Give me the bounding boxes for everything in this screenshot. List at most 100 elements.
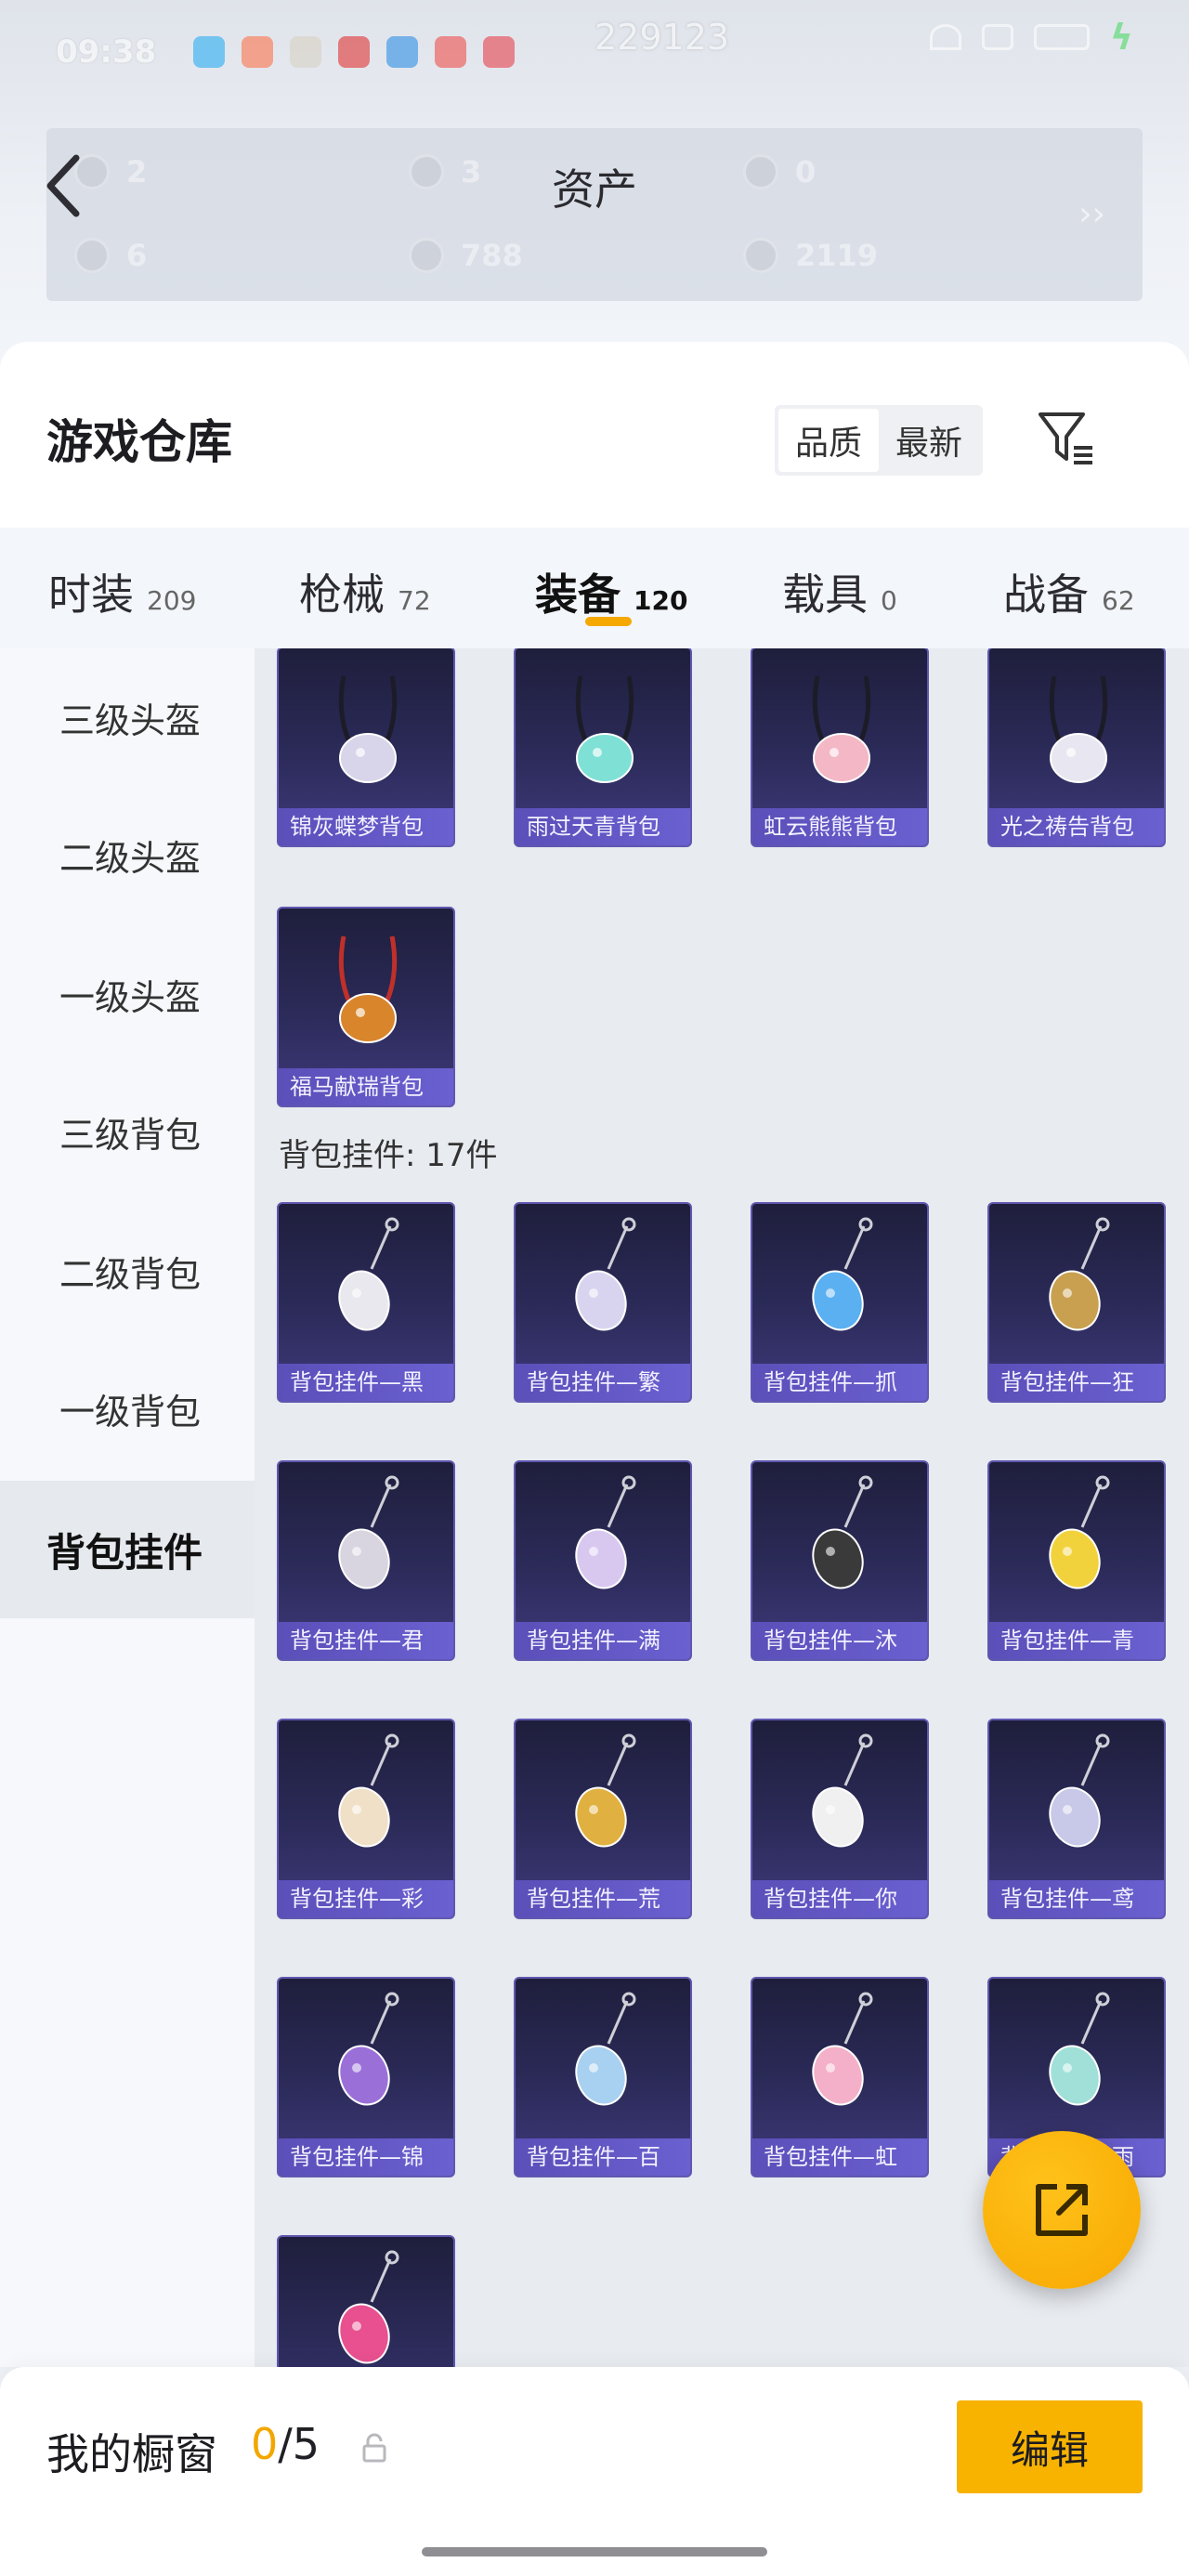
card-name: 背包挂件—百 (516, 2138, 690, 2176)
charm-card[interactable]: 背包挂件—虹 (751, 1977, 929, 2177)
card-name: 福马献瑞背包 (279, 1068, 453, 1105)
card-name: 背包挂件—你 (752, 1880, 927, 1917)
card-name: 背包挂件—黑 (279, 1364, 453, 1401)
card-name: 背包挂件—虹 (752, 2138, 927, 2176)
charm-pink-heart-icon (338, 2250, 399, 2364)
sidebar-item-backpack-charms[interactable]: 背包挂件 (0, 1481, 255, 1618)
charm-card[interactable]: 背包挂件—百 (514, 1977, 692, 2177)
sort-newest-button[interactable]: 最新 (879, 409, 979, 472)
sidebar-item-helmet-lv3[interactable]: 三级头盔 (0, 648, 255, 786)
charm-jade-icon (1049, 1992, 1110, 2106)
battery-icon (1033, 24, 1090, 50)
section-label: 背包挂件: 17件 (279, 1137, 498, 1174)
card-name: 背包挂件—沐 (752, 1622, 927, 1659)
status-app-icons (193, 36, 516, 68)
filter-button[interactable] (1035, 407, 1100, 472)
item-grid: 背包挂件: 17件 锦灰蝶梦背包 雨过天青背包 虹云熊熊背包 光之祷告背包福马献瑞背包… (255, 648, 1189, 2367)
charm-card[interactable]: 背包挂件—繁 (514, 1202, 692, 1403)
coin-icon (409, 238, 444, 273)
charm-card[interactable]: 背包挂件—满 (514, 1460, 692, 1661)
backpack-card[interactable]: 锦灰蝶梦背包 (277, 648, 455, 847)
asset-item: 2119 (743, 238, 878, 273)
card-name: 光之祷告背包 (989, 808, 1164, 845)
charm-pear-icon (1049, 1475, 1110, 1589)
charm-pig-icon (812, 1992, 873, 2106)
backpack-horse-icon (338, 935, 398, 1043)
charm-feather-icon (1049, 1733, 1110, 1848)
charm-cat-icon (812, 1475, 873, 1589)
charm-card[interactable] (277, 2235, 455, 2367)
coin-icon (743, 238, 778, 273)
warehouse-title: 游戏仓库 (46, 415, 232, 469)
backpack-cyan-icon (575, 675, 634, 783)
video-icon (435, 36, 467, 68)
card-name: 虹云熊熊背包 (752, 808, 927, 845)
charm-heart-icon (575, 1992, 636, 2106)
tab-firearms[interactable]: 枪械 72 (299, 561, 431, 622)
app-icon (386, 36, 419, 68)
chevron-right-icon[interactable]: ›› (1078, 195, 1105, 233)
charm-icecream-icon (338, 1733, 399, 1848)
app-icon (338, 36, 371, 68)
charm-card[interactable]: 背包挂件—君 (277, 1460, 455, 1661)
card-name: 背包挂件—彩 (279, 1880, 453, 1917)
qq-icon (193, 36, 226, 68)
asset-item: 6 (74, 238, 147, 273)
card-name: 背包挂件—繁 (516, 1364, 690, 1401)
charm-card[interactable]: 背包挂件—抓 (751, 1202, 929, 1403)
charm-knife-icon (338, 1475, 399, 1589)
charm-card[interactable]: 背包挂件—青 (987, 1460, 1166, 1661)
wifi-icon (929, 24, 961, 50)
showcase-title: 我的橱窗 (46, 2429, 217, 2479)
edit-button[interactable]: 编辑 (957, 2400, 1143, 2493)
tab-combat-gear[interactable]: 战备 62 (1003, 561, 1135, 622)
charging-icon: ϟ (1109, 17, 1133, 58)
charm-card[interactable]: 背包挂件—你 (751, 1719, 929, 1919)
charm-card[interactable]: 背包挂件—荒 (514, 1719, 692, 1919)
charm-card[interactable]: 背包挂件—沐 (751, 1460, 929, 1661)
chevron-left-icon (46, 154, 80, 217)
status-time: 09:38 (56, 33, 157, 71)
showcase-current: 0 (251, 2419, 279, 2469)
status-right-icons: ϟ (929, 17, 1133, 58)
card-name: 背包挂件—锦 (279, 2138, 453, 2176)
showcase-count: 0/5 (251, 2419, 320, 2469)
music-icon (483, 36, 516, 68)
backpack-card[interactable]: 光之祷告背包 (987, 648, 1166, 847)
category-tabs: 时装 209 枪械 72 装备 120 载具 0 战备 62 (0, 528, 1189, 648)
sort-toggle: 品质 最新 (775, 405, 983, 476)
card-name: 背包挂件—满 (516, 1622, 690, 1659)
backpack-card[interactable]: 雨过天青背包 (514, 648, 692, 847)
showcase-bar: 我的橱窗 0/5 编辑 (0, 2367, 1189, 2576)
backpack-wing-icon (1049, 675, 1108, 783)
charm-moon-icon (575, 1475, 636, 1589)
sidebar-item-helmet-lv1[interactable]: 一级头盔 (0, 925, 255, 1063)
charm-anchor-icon (812, 1217, 873, 1331)
sidebar-item-backpack-lv3[interactable]: 三级背包 (0, 1063, 255, 1200)
sort-quality-button[interactable]: 品质 (778, 409, 879, 472)
tab-equipment[interactable]: 装备 120 (535, 561, 687, 622)
charm-card[interactable]: 背包挂件—黑 (277, 1202, 455, 1403)
card-name: 背包挂件—抓 (752, 1364, 927, 1401)
charm-card[interactable]: 背包挂件—彩 (277, 1719, 455, 1919)
backpack-card[interactable]: 福马献瑞背包 (277, 907, 455, 1107)
signal-icon (981, 24, 1013, 50)
tab-vehicles[interactable]: 载具 0 (782, 561, 897, 622)
share-button[interactable] (983, 2131, 1141, 2289)
back-button[interactable] (39, 149, 95, 223)
charm-card[interactable]: 背包挂件—鸢 (987, 1719, 1166, 1919)
sidebar-item-backpack-lv2[interactable]: 二级背包 (0, 1202, 255, 1340)
sidebar-item-helmet-lv2[interactable]: 二级头盔 (0, 786, 255, 923)
card-name: 背包挂件—荒 (516, 1880, 690, 1917)
sidebar-item-backpack-lv1[interactable]: 一级背包 (0, 1340, 255, 1477)
home-indicator (422, 2547, 767, 2556)
warehouse-header: 游戏仓库 品质 最新 时装 209 枪械 72 装备 120 载具 0 战备 6… (0, 342, 1189, 648)
active-tab-indicator (585, 617, 632, 626)
status-center-value: 229123 (594, 17, 730, 58)
charm-card[interactable]: 背包挂件—狂 (987, 1202, 1166, 1403)
charm-card[interactable]: 背包挂件—锦 (277, 1977, 455, 2177)
tab-fashion[interactable]: 时装 209 (48, 561, 196, 622)
backpack-card[interactable]: 虹云熊熊背包 (751, 648, 929, 847)
lock-icon (362, 2433, 386, 2463)
page-title: 资产 (552, 164, 637, 215)
